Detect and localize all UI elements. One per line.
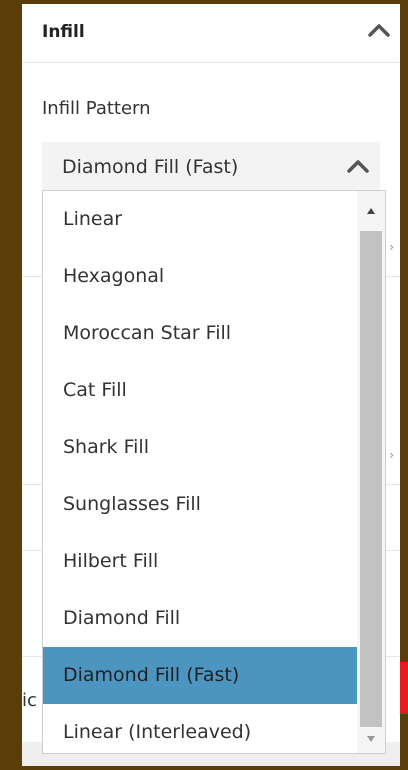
chevron-up-icon[interactable] <box>366 19 392 41</box>
option-sunglasses-fill[interactable]: Sunglasses Fill <box>43 476 357 533</box>
option-diamond-fill[interactable]: Diamond Fill <box>43 590 357 647</box>
red-accent-edge <box>400 662 408 714</box>
option-moroccan-star-fill[interactable]: Moroccan Star Fill <box>43 305 357 362</box>
chevron-right-icon: › <box>389 448 394 462</box>
scroll-up-arrow-icon[interactable] <box>366 207 376 215</box>
chevron-right-icon: › <box>389 240 394 254</box>
option-linear[interactable]: Linear <box>43 191 357 248</box>
option-list: Linear Hexagonal Moroccan Star Fill Cat … <box>43 191 357 761</box>
infill-pattern-select[interactable]: Diamond Fill (Fast) <box>42 142 380 194</box>
option-cat-fill[interactable]: Cat Fill <box>43 362 357 419</box>
option-linear-interleaved[interactable]: Linear (Interleaved) <box>43 704 357 761</box>
option-shark-fill[interactable]: Shark Fill <box>43 419 357 476</box>
chevron-up-icon <box>347 160 369 173</box>
section-title: Infill <box>42 22 85 42</box>
infill-pattern-label: Infill Pattern <box>42 98 151 119</box>
dropdown-scrollbar[interactable] <box>357 191 385 753</box>
infill-section-header[interactable]: Infill <box>22 4 400 63</box>
infill-pattern-dropdown[interactable]: Linear Hexagonal Moroccan Star Fill Cat … <box>42 190 386 754</box>
scroll-down-arrow-icon[interactable] <box>366 735 376 743</box>
scroll-thumb[interactable] <box>360 231 382 727</box>
option-diamond-fill-fast[interactable]: Diamond Fill (Fast) <box>43 647 357 704</box>
partial-label: ic <box>22 690 37 711</box>
option-hexagonal[interactable]: Hexagonal <box>43 248 357 305</box>
option-hilbert-fill[interactable]: Hilbert Fill <box>43 533 357 590</box>
select-value: Diamond Fill (Fast) <box>62 156 239 178</box>
